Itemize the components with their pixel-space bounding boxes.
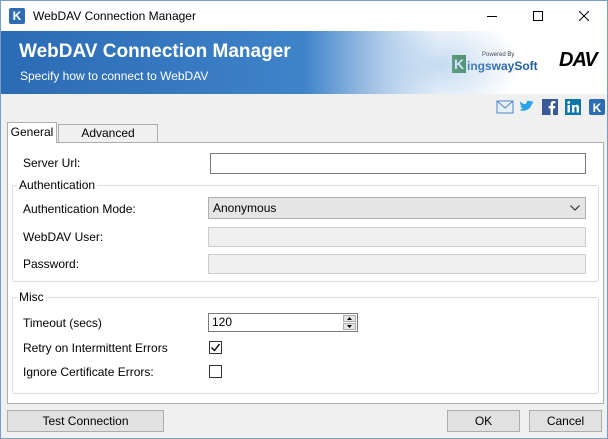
chevron-down-icon [570, 205, 580, 211]
connection-manager-window: K WebDAV Connection Manager WebDAV Conne… [0, 0, 608, 439]
window-title: WebDAV Connection Manager [33, 9, 196, 23]
dav-logo: DAV [559, 49, 598, 71]
mail-icon[interactable] [496, 98, 514, 116]
title-bar: K WebDAV Connection Manager [1, 1, 607, 31]
cancel-button[interactable]: Cancel [529, 410, 602, 432]
retry-label: Retry on Intermittent Errors [23, 341, 168, 355]
misc-group-title: Misc [17, 290, 46, 304]
twitter-icon[interactable] [518, 98, 536, 116]
maximize-icon [533, 11, 543, 21]
timeout-value: 120 [212, 315, 233, 329]
checkmark-icon [211, 343, 221, 352]
authentication-group-title: Authentication [17, 178, 98, 192]
svg-text:K: K [593, 101, 602, 115]
test-connection-button[interactable]: Test Connection [7, 410, 164, 432]
arrow-down-icon [347, 325, 352, 328]
banner-title: WebDAV Connection Manager [19, 41, 291, 62]
tab-general[interactable]: General [7, 122, 57, 143]
linkedin-icon[interactable] [564, 98, 582, 116]
banner-subtitle: Specify how to connect to WebDAV [20, 69, 209, 83]
ok-button[interactable]: OK [447, 410, 520, 432]
minimize-button[interactable] [469, 1, 515, 31]
tab-advanced-settings[interactable]: Advanced Settings [58, 124, 158, 157]
close-icon [579, 11, 589, 21]
header-banner: WebDAV Connection Manager Specify how to… [1, 31, 607, 94]
arrow-up-icon [347, 317, 352, 320]
password-input[interactable] [208, 254, 586, 274]
spin-down-button[interactable] [343, 323, 356, 330]
retry-checkbox[interactable] [209, 341, 222, 354]
webdav-user-input[interactable] [208, 227, 586, 247]
timeout-label: Timeout (secs) [23, 316, 102, 330]
timeout-spinner[interactable]: 120 [208, 313, 358, 332]
authentication-mode-value: Anonymous [213, 201, 277, 215]
maximize-button[interactable] [515, 1, 561, 31]
spin-up-button[interactable] [343, 315, 356, 322]
general-tab-panel: Server Url: Authentication Authenticatio… [7, 142, 604, 404]
ignore-certificate-checkbox[interactable] [209, 365, 222, 378]
kingswaysoft-logo: Powered By K ingswaySoft [452, 52, 538, 73]
ignore-certificate-label: Ignore Certificate Errors: [23, 365, 154, 379]
kingswaysoft-k-icon: K [9, 8, 25, 24]
spinner-buttons [343, 315, 356, 330]
webdav-user-label: WebDAV User: [23, 230, 104, 244]
server-url-label: Server Url: [23, 156, 81, 170]
authentication-mode-label: Authentication Mode: [23, 202, 136, 216]
password-label: Password: [23, 257, 80, 271]
server-url-input[interactable] [210, 153, 586, 174]
minimize-icon [487, 16, 497, 17]
facebook-icon[interactable] [541, 98, 559, 116]
close-button[interactable] [561, 1, 607, 31]
kingswaysoft-icon[interactable]: K [588, 98, 606, 116]
authentication-mode-select[interactable]: Anonymous [208, 197, 586, 219]
